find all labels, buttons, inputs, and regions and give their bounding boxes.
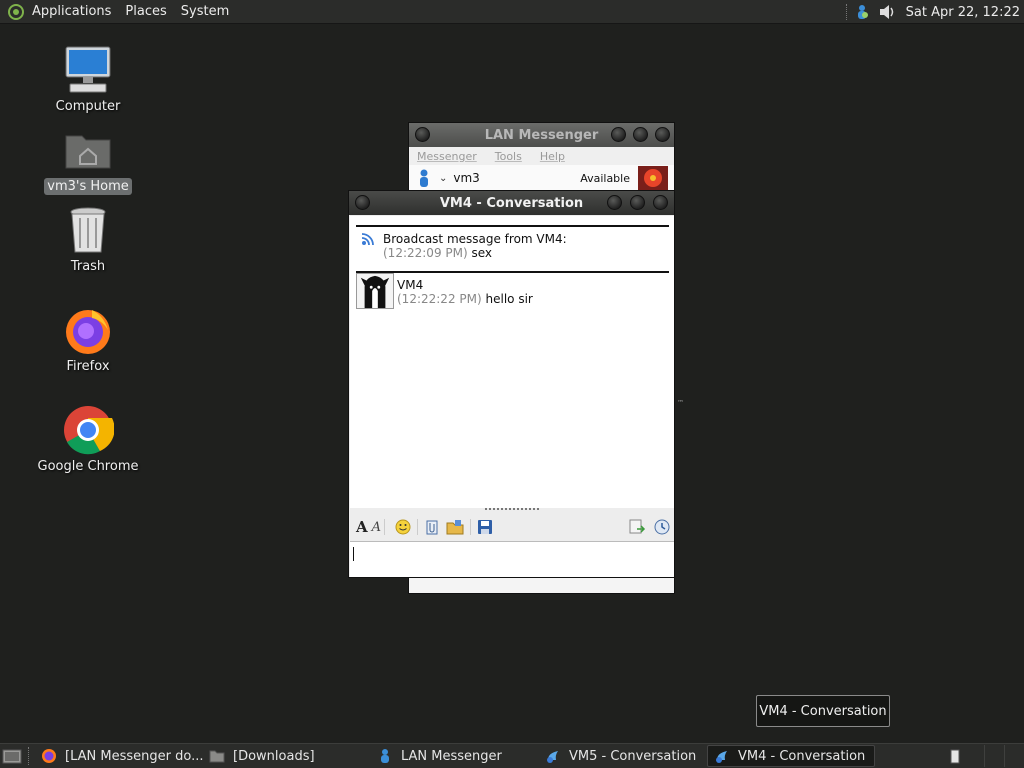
maximize-button[interactable] [633, 127, 648, 142]
maximize-button[interactable] [630, 195, 645, 210]
attach-file-icon[interactable] [424, 519, 440, 535]
toolbar-separator [417, 519, 419, 535]
menu-system[interactable]: System [181, 4, 229, 19]
broadcast-time: (12:22:09 PM) [383, 246, 468, 260]
resize-grip-icon: ™ [677, 399, 684, 407]
messenger-icon [381, 749, 389, 763]
buzz-icon[interactable] [654, 519, 670, 535]
desktop-icon-computer[interactable]: Computer [33, 44, 143, 115]
history-icon[interactable] [628, 519, 646, 535]
splitter-handle[interactable] [485, 508, 539, 512]
desktop-icon-label: Computer [55, 99, 121, 114]
desktop-icon-firefox[interactable]: Firefox [33, 304, 143, 375]
user-name: vm3 [453, 171, 480, 185]
conversation-titlebar[interactable]: VM4 - Conversation [349, 191, 674, 215]
status-dropdown-chevron-icon[interactable]: ⌄ [439, 173, 447, 184]
window-menu-button[interactable] [415, 127, 430, 142]
desktop-icon-label: Firefox [66, 359, 110, 374]
conversation-toolbar: A A [350, 515, 674, 539]
folder-icon [209, 750, 225, 763]
divider [356, 225, 669, 227]
messenger-icon [547, 751, 558, 763]
task-label: VM5 - Conversation [569, 748, 697, 764]
message-text: hello sir [485, 292, 533, 306]
window-menu-button[interactable] [355, 195, 370, 210]
toolbar-separator [384, 519, 386, 535]
font-icon[interactable]: A [356, 518, 368, 536]
distro-logo-icon[interactable] [8, 3, 24, 20]
text-cursor [353, 547, 354, 561]
desktop-icon-label: Trash [70, 259, 106, 274]
firefox-icon [66, 310, 110, 354]
font-color-icon[interactable]: A [372, 520, 381, 535]
divider [356, 271, 669, 273]
workspace-2[interactable] [1004, 745, 1024, 767]
user-icon [420, 169, 428, 187]
task-label: LAN Messenger [401, 748, 502, 764]
user-status-bar: ⌄ vm3 Available [409, 165, 674, 191]
chrome-icon [64, 406, 114, 455]
close-button[interactable] [655, 127, 670, 142]
lan-messenger-menubar: Messenger Tools Help [409, 147, 674, 165]
minimize-button[interactable] [611, 127, 626, 142]
message-history[interactable]: Broadcast message from VM4: (12:22:09 PM… [350, 216, 674, 508]
clock[interactable]: Sat Apr 22, 12:22 [906, 5, 1020, 20]
trash-icon [70, 207, 106, 253]
task-vm4-conversation[interactable]: VM4 - Conversation [707, 745, 875, 767]
taskbar-tooltip: VM4 - Conversation [756, 695, 890, 727]
desktop-icon-trash[interactable]: Trash [33, 204, 143, 275]
minimize-button[interactable] [607, 195, 622, 210]
smiley-icon[interactable] [395, 519, 411, 535]
desktop-icon-label: Google Chrome [37, 459, 139, 474]
close-button[interactable] [653, 195, 668, 210]
desktop-icon-chrome[interactable]: Google Chrome [33, 404, 143, 475]
message-time: (12:22:22 PM) [397, 292, 482, 306]
firefox-icon [42, 749, 56, 763]
task-vm5-conversation[interactable]: VM5 - Conversation [539, 745, 707, 767]
message-line: (12:22:22 PM) hello sir [397, 292, 533, 306]
home-folder-icon [65, 135, 111, 169]
conversation-window: VM4 - Conversation Broadcast message fro… [348, 190, 675, 578]
lan-messenger-titlebar[interactable]: LAN Messenger [409, 123, 674, 147]
message-input[interactable] [350, 541, 674, 577]
messenger-tray-icon[interactable] [854, 4, 870, 20]
desktop-icon-label: vm3's Home [44, 178, 132, 195]
workspace-1[interactable] [984, 745, 1004, 767]
window-title: VM4 - Conversation [439, 195, 584, 211]
menu-tools[interactable]: Tools [495, 150, 522, 163]
task-label: [LAN Messenger do... [65, 748, 203, 764]
top-panel: Applications Places System Sat Apr 22, 1… [0, 0, 1024, 24]
trash-applet-icon[interactable] [950, 748, 960, 764]
task-downloads[interactable]: [Downloads] [203, 745, 371, 767]
taskbar: [LAN Messenger do... [Downloads] LAN Mes… [0, 743, 1024, 768]
broadcast-icon [361, 233, 374, 246]
workspace-area [950, 745, 1024, 767]
sender-avatar-dog-icon [356, 273, 394, 309]
tray-separator [845, 4, 848, 20]
task-lan-messenger-downloads[interactable]: [LAN Messenger do... [35, 745, 203, 767]
toolbar-separator [470, 519, 472, 535]
save-icon[interactable] [477, 519, 493, 535]
desktop-icon-home[interactable]: vm3's Home [33, 124, 143, 195]
status-text[interactable]: Available [580, 172, 630, 185]
messenger-icon [716, 751, 727, 763]
message-sender: VM4 [397, 278, 424, 292]
send-folder-icon[interactable] [446, 519, 464, 535]
show-desktop-icon[interactable] [2, 747, 22, 765]
computer-icon [65, 46, 111, 93]
task-label: VM4 - Conversation [738, 748, 866, 764]
task-label: [Downloads] [233, 748, 315, 764]
window-title: LAN Messenger [484, 127, 599, 143]
broadcast-line: (12:22:09 PM) sex [383, 246, 492, 260]
menu-places[interactable]: Places [125, 4, 166, 19]
broadcast-text: sex [471, 246, 493, 260]
task-lan-messenger[interactable]: LAN Messenger [371, 745, 539, 767]
menu-applications[interactable]: Applications [32, 4, 111, 19]
broadcast-header: Broadcast message from VM4: [383, 232, 567, 246]
avatar-flower-icon [638, 166, 668, 190]
taskbar-separator [28, 747, 29, 765]
volume-icon[interactable] [878, 3, 896, 21]
menu-messenger[interactable]: Messenger [417, 150, 477, 163]
menu-help[interactable]: Help [540, 150, 565, 163]
